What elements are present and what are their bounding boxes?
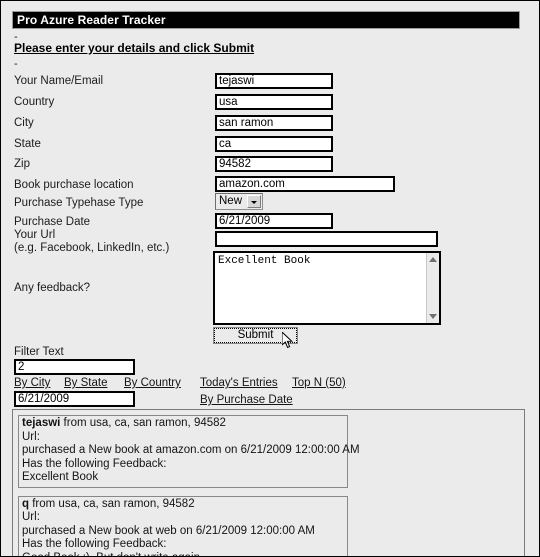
result-entry-feedback-header: Has the following Feedback: — [22, 457, 167, 470]
link-by-purchase-date[interactable]: By Purchase Date — [200, 394, 293, 406]
decorative-dash-second: - — [14, 58, 18, 70]
decorative-dash-top: - — [14, 31, 18, 43]
name-email-input[interactable] — [215, 73, 333, 89]
result-entry-from: from usa, ca, san ramon, 94582 — [60, 417, 226, 429]
label-your-url: Your Url (e.g. Facebook, LinkedIn, etc.) — [14, 229, 169, 255]
label-book-purchase-location: Book purchase location — [14, 179, 134, 191]
label-your-name-email: Your Name/Email — [14, 75, 104, 87]
book-purchase-location-input[interactable] — [215, 176, 395, 192]
result-entry-user: q — [22, 497, 30, 510]
result-entry-feedback-text: Excellent Book — [22, 471, 99, 483]
link-by-state[interactable]: By State — [64, 377, 107, 389]
label-your-url-line2: (e.g. Facebook, LinkedIn, etc.) — [14, 242, 170, 254]
submit-button-label: Submit — [214, 328, 297, 343]
result-entry-user: tejaswi — [22, 417, 61, 429]
result-entry-header: tejaswi from usa, ca, san ramon, 94582 — [22, 417, 344, 431]
result-entry: tejaswi from usa, ca, san ramon, 94582 U… — [18, 415, 360, 488]
feedback-textarea-scrollbar[interactable] — [426, 253, 439, 323]
zip-input[interactable] — [215, 156, 333, 172]
results-panel: tejaswi from usa, ca, san ramon, 94582 U… — [12, 409, 525, 557]
scroll-up-arrow-icon[interactable] — [429, 257, 437, 262]
result-entry-purchase: purchased a New book at amazon.com on 6/… — [22, 444, 360, 456]
filter-links-row: By City By State By Country Today's Entr… — [14, 377, 514, 391]
result-entry: q from usa, ca, san ramon, 94582 Url: pu… — [18, 495, 348, 557]
link-by-city[interactable]: By City — [14, 377, 50, 389]
link-todays-entries[interactable]: Today's Entries — [200, 377, 278, 389]
label-your-url-line1: Your Url — [14, 229, 56, 241]
purchase-type-select[interactable]: New — [215, 193, 263, 210]
label-country: Country — [14, 96, 55, 108]
result-entry-header: q from usa, ca, san ramon, 94582 — [22, 498, 344, 512]
result-entry-purchase: purchased a New book at web on 6/21/2009… — [22, 524, 315, 537]
label-state: State — [14, 138, 41, 150]
page-subtitle: Please enter your details and click Subm… — [14, 41, 255, 55]
filter-text-input[interactable] — [14, 359, 135, 375]
result-entry-feedback-text: Good Book :). But don't write again. — [22, 552, 344, 557]
purchase-date-filter-input[interactable] — [14, 391, 135, 407]
result-entry-from: from usa, ca, san ramon, 94582 — [29, 497, 195, 510]
label-zip: Zip — [14, 158, 30, 170]
label-city: City — [14, 117, 34, 129]
chevron-down-icon[interactable] — [247, 195, 261, 208]
feedback-textarea[interactable]: Excellent Book — [213, 251, 441, 325]
submit-button[interactable]: Submit — [213, 327, 298, 344]
filter-text-label: Filter Text — [14, 346, 64, 358]
label-purchase-date: Purchase Date — [14, 216, 91, 228]
scroll-down-arrow-icon[interactable] — [429, 314, 437, 319]
result-entry-url: Url: — [22, 511, 40, 523]
app-window: Pro Azure Reader Tracker - Please enter … — [0, 0, 540, 557]
city-input[interactable] — [215, 115, 333, 131]
purchase-date-input[interactable] — [215, 213, 333, 229]
purchase-type-selected-value: New — [219, 195, 243, 207]
label-purchase-type: Purchase Typehase Type — [14, 197, 144, 209]
link-by-country[interactable]: By Country — [124, 377, 181, 389]
result-entry-feedback-header: Has the following Feedback: — [22, 538, 167, 550]
label-any-feedback: Any feedback? — [14, 282, 91, 294]
link-top-n[interactable]: Top N (50) — [292, 377, 346, 389]
state-input[interactable] — [215, 136, 333, 152]
feedback-textarea-text: Excellent Book — [218, 255, 311, 267]
country-input[interactable] — [215, 94, 333, 110]
your-url-input[interactable] — [215, 231, 438, 247]
app-title-bar: Pro Azure Reader Tracker — [12, 11, 520, 29]
result-entry-url: Url: — [22, 430, 40, 443]
